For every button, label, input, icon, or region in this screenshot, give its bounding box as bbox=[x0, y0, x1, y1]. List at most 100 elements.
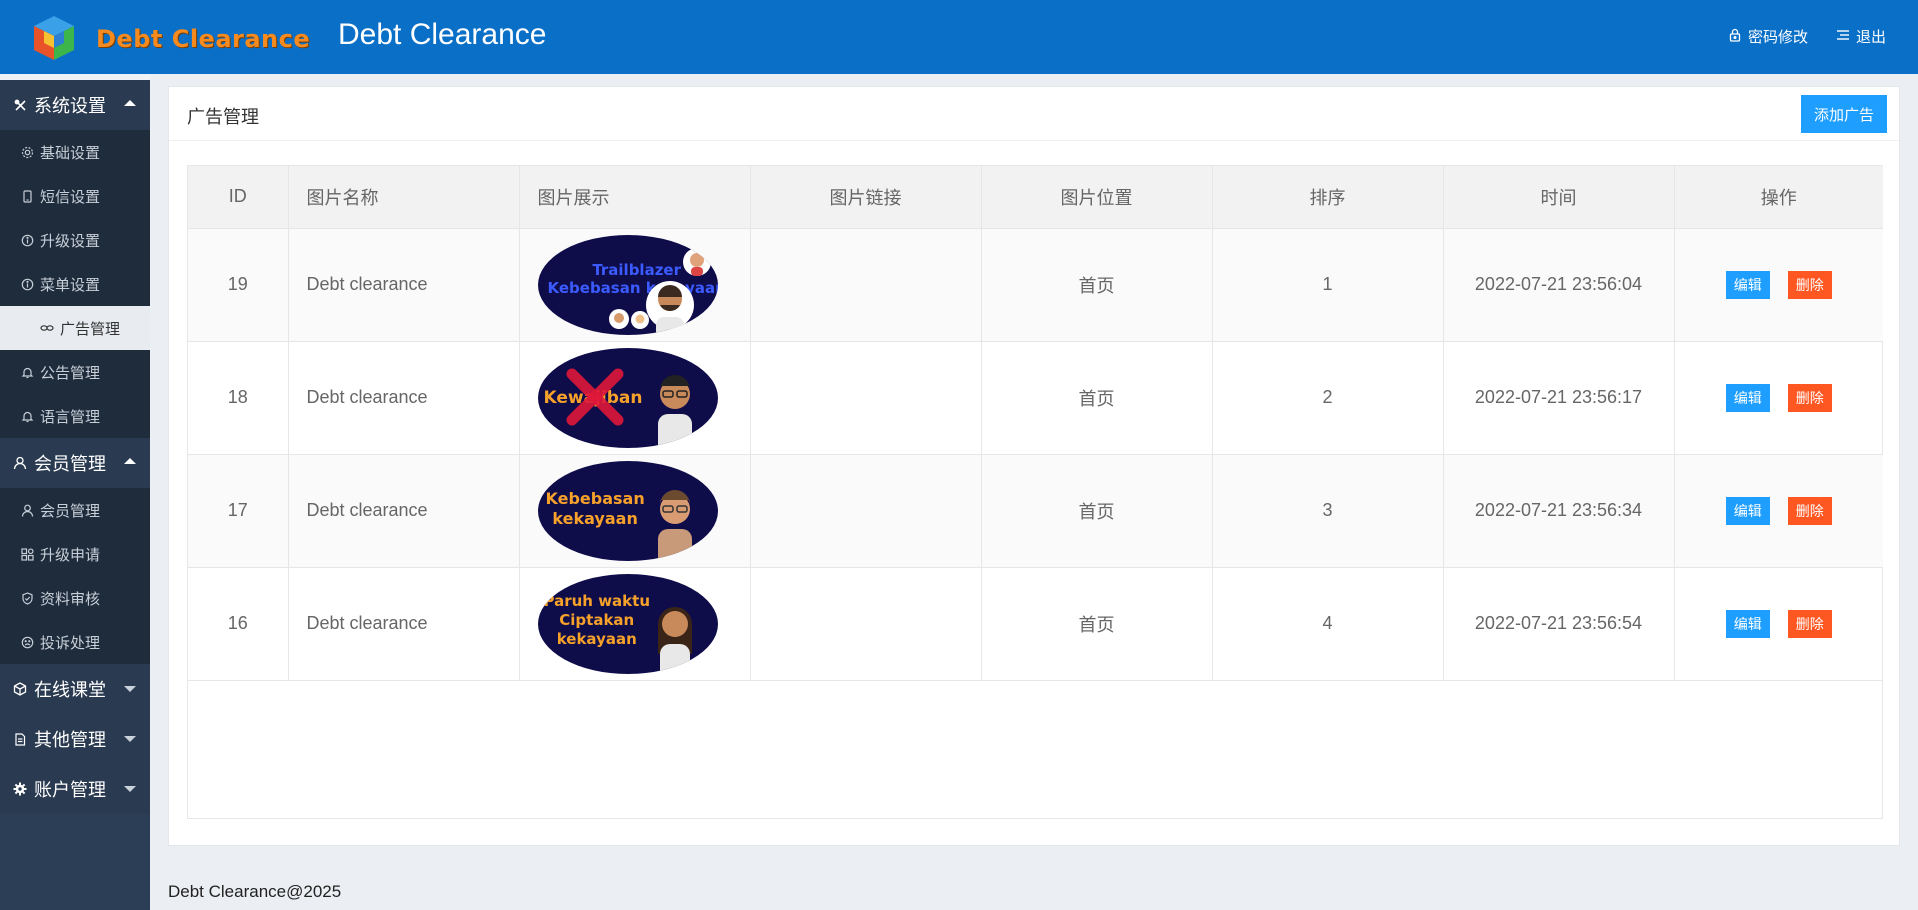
cell-time: 2022-07-21 23:56:34 bbox=[1443, 454, 1675, 568]
ad-table: ID 图片名称 图片展示 图片链接 图片位置 排序 时间 操作 19 Debt … bbox=[187, 165, 1883, 819]
sidebar-item-label: 投诉处理 bbox=[40, 634, 101, 652]
change-password-label: 密码修改 bbox=[1747, 29, 1808, 46]
caret-down-icon bbox=[124, 786, 136, 792]
caret-up-icon bbox=[124, 458, 136, 464]
sidebar-item-upgrade-settings[interactable]: 升级设置 bbox=[0, 218, 150, 262]
caret-down-icon bbox=[124, 686, 136, 692]
bell-icon bbox=[20, 409, 34, 423]
member-management-submenu: 会员管理 升级申请 资料审核 投诉处理 bbox=[0, 488, 150, 664]
sidebar-item-sms-settings[interactable]: 短信设置 bbox=[0, 174, 150, 218]
sidebar-group-label: 在线课堂 bbox=[34, 680, 106, 700]
sidebar-item-basic-settings[interactable]: 基础设置 bbox=[0, 130, 150, 174]
column-header-position: 图片位置 bbox=[981, 166, 1213, 229]
top-header: Debt Clearance Debt Clearance 密码修改 退出 bbox=[0, 0, 1918, 74]
table-row: 18 Debt clearance Kewajiban 首页 2 2022-07… bbox=[188, 341, 1883, 455]
logout-link[interactable]: 退出 bbox=[1836, 26, 1886, 47]
ad-image-text: Kebebasan kekayaan bbox=[545, 488, 645, 528]
ad-image-thumbnail[interactable]: Kewajiban bbox=[537, 347, 718, 448]
sidebar-item-notice-management[interactable]: 公告管理 bbox=[0, 350, 150, 394]
table-header-row: ID 图片名称 图片展示 图片链接 图片位置 排序 时间 操作 bbox=[188, 166, 1883, 229]
cell-link bbox=[750, 341, 982, 455]
ad-image-thumbnail[interactable]: Paruh waktu Ciptakan kekayaan bbox=[537, 573, 718, 674]
delete-button[interactable]: 删除 bbox=[1787, 496, 1832, 525]
edit-button[interactable]: 编辑 bbox=[1725, 496, 1770, 525]
ad-image-thumbnail[interactable]: Trailblazer Kebebasan kekayaan bbox=[537, 234, 718, 335]
cell-link bbox=[750, 567, 982, 681]
cell-position: 首页 bbox=[981, 341, 1213, 455]
bell-icon bbox=[20, 365, 34, 379]
delete-button[interactable]: 删除 bbox=[1787, 609, 1832, 638]
cell-name: Debt clearance bbox=[288, 228, 520, 342]
ad-image-thumbnail[interactable]: Kebebasan kekayaan bbox=[537, 460, 718, 561]
cog-icon bbox=[12, 781, 28, 797]
sidebar-group-member-management[interactable]: 会员管理 bbox=[0, 438, 150, 488]
delete-button[interactable]: 删除 bbox=[1787, 383, 1832, 412]
logo: Debt Clearance bbox=[30, 14, 310, 64]
avatar-illustration bbox=[657, 489, 692, 561]
table-row: 16 Debt clearance Paruh waktu Ciptakan k… bbox=[188, 567, 1883, 681]
sidebar-item-language-management[interactable]: 语言管理 bbox=[0, 394, 150, 438]
cell-name: Debt clearance bbox=[288, 567, 520, 681]
sidebar-item-label: 短信设置 bbox=[40, 188, 101, 206]
sidebar-item-label: 会员管理 bbox=[40, 502, 101, 520]
sidebar: 系统设置 基础设置 短信设置 升级设置 菜单设置 广告管理 公告管理 语言管理 … bbox=[0, 74, 150, 910]
ad-image-text: Paruh waktu Ciptakan kekayaan bbox=[543, 591, 651, 648]
cell-sort: 4 bbox=[1212, 567, 1444, 681]
user-icon bbox=[20, 503, 34, 517]
cell-sort: 3 bbox=[1212, 454, 1444, 568]
edit-button[interactable]: 编辑 bbox=[1725, 383, 1770, 412]
shield-check-icon bbox=[20, 591, 34, 605]
sidebar-item-menu-settings[interactable]: 菜单设置 bbox=[0, 262, 150, 306]
sidebar-group-online-classroom[interactable]: 在线课堂 bbox=[0, 664, 150, 714]
lock-icon bbox=[1728, 28, 1742, 46]
column-header-link: 图片链接 bbox=[750, 166, 982, 229]
tools-icon bbox=[12, 97, 28, 113]
cell-id: 16 bbox=[188, 567, 289, 681]
sidebar-group-label: 账户管理 bbox=[34, 780, 106, 800]
avatar-illustration bbox=[657, 374, 692, 448]
cell-name: Debt clearance bbox=[288, 341, 520, 455]
column-header-image: 图片展示 bbox=[519, 166, 751, 229]
edit-button[interactable]: 编辑 bbox=[1725, 270, 1770, 299]
column-header-name: 图片名称 bbox=[288, 166, 520, 229]
sidebar-group-label: 会员管理 bbox=[34, 454, 106, 474]
sidebar-group-other-management[interactable]: 其他管理 bbox=[0, 714, 150, 764]
cube-icon bbox=[12, 681, 28, 697]
sidebar-item-label: 升级设置 bbox=[40, 232, 101, 250]
file-icon bbox=[12, 731, 28, 747]
delete-button[interactable]: 删除 bbox=[1787, 270, 1832, 299]
sidebar-group-system-settings[interactable]: 系统设置 bbox=[0, 80, 150, 130]
table-row: 19 Debt clearance Trailblazer Kebebasan … bbox=[188, 228, 1883, 342]
apps-icon bbox=[20, 547, 34, 561]
phone-icon bbox=[20, 189, 34, 203]
sidebar-item-label: 基础设置 bbox=[40, 144, 101, 162]
add-ad-button[interactable]: 添加广告 bbox=[1801, 95, 1887, 133]
logout-label: 退出 bbox=[1855, 29, 1886, 46]
sidebar-item-label: 公告管理 bbox=[40, 364, 101, 382]
column-header-time: 时间 bbox=[1443, 166, 1675, 229]
cell-id: 18 bbox=[188, 341, 289, 455]
avatar-illustration bbox=[682, 247, 711, 276]
sidebar-item-ad-management[interactable]: 广告管理 bbox=[0, 306, 150, 350]
sidebar-item-label: 菜单设置 bbox=[40, 276, 101, 294]
cell-id: 19 bbox=[188, 228, 289, 342]
info-icon bbox=[20, 277, 34, 291]
sidebar-item-label: 资料审核 bbox=[40, 590, 101, 608]
change-password-link[interactable]: 密码修改 bbox=[1728, 26, 1808, 47]
avatar-illustration bbox=[608, 308, 649, 329]
system-settings-submenu: 基础设置 短信设置 升级设置 菜单设置 广告管理 公告管理 语言管理 bbox=[0, 130, 150, 438]
app-title: Debt Clearance bbox=[338, 18, 547, 51]
edit-button[interactable]: 编辑 bbox=[1725, 609, 1770, 638]
gear-icon bbox=[20, 145, 34, 159]
column-header-sort: 排序 bbox=[1212, 166, 1444, 229]
cell-sort: 2 bbox=[1212, 341, 1444, 455]
cell-time: 2022-07-21 23:56:04 bbox=[1443, 228, 1675, 342]
cell-time: 2022-07-21 23:56:54 bbox=[1443, 567, 1675, 681]
logo-text: Debt Clearance bbox=[96, 25, 311, 53]
sidebar-group-account-management[interactable]: 账户管理 bbox=[0, 764, 150, 814]
sidebar-item-complaints[interactable]: 投诉处理 bbox=[0, 620, 150, 664]
sidebar-item-members[interactable]: 会员管理 bbox=[0, 488, 150, 532]
sidebar-item-profile-review[interactable]: 资料审核 bbox=[0, 576, 150, 620]
logo-cube-icon bbox=[30, 14, 78, 64]
sidebar-item-upgrade-applications[interactable]: 升级申请 bbox=[0, 532, 150, 576]
